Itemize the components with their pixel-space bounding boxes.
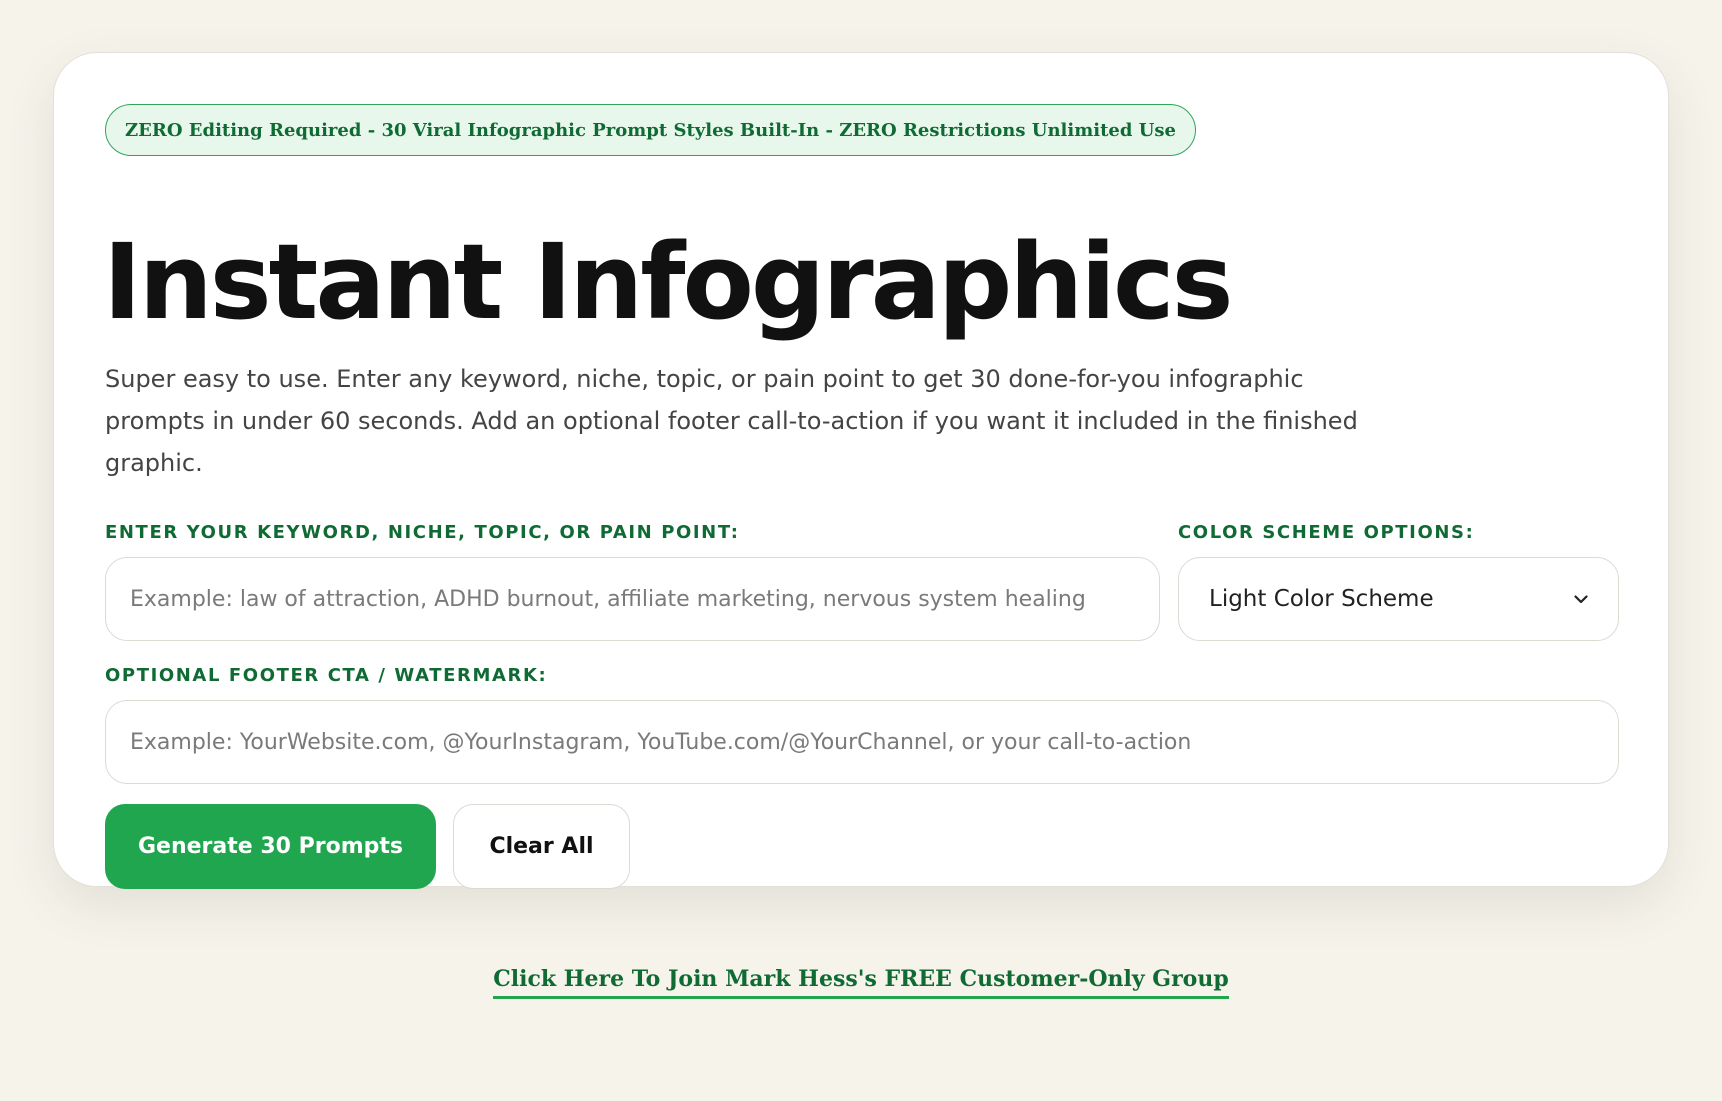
keyword-label: ENTER YOUR KEYWORD, NICHE, TOPIC, OR PAI… (105, 522, 740, 543)
feature-badge: ZERO Editing Required - 30 Viral Infogra… (105, 104, 1196, 156)
footer-cta-label: OPTIONAL FOOTER CTA / WATERMARK: (105, 665, 548, 686)
join-group-link[interactable]: Click Here To Join Mark Hess's FREE Cust… (493, 966, 1229, 999)
footer-cta-input[interactable] (105, 700, 1619, 784)
chevron-down-icon (1574, 592, 1588, 606)
color-scheme-label: COLOR SCHEME OPTIONS: (1178, 522, 1475, 543)
keyword-input[interactable] (105, 557, 1160, 641)
generate-prompts-button[interactable]: Generate 30 Prompts (105, 804, 436, 889)
page-description: Super easy to use. Enter any keyword, ni… (105, 365, 1358, 477)
main-card: ZERO Editing Required - 30 Viral Infogra… (53, 52, 1669, 889)
color-scheme-select[interactable]: Light Color Scheme (1178, 557, 1619, 641)
page-title: Instant Infographics (103, 221, 1234, 343)
join-group-section: Click Here To Join Mark Hess's FREE Cust… (0, 966, 1722, 999)
clear-all-button[interactable]: Clear All (453, 804, 630, 889)
color-scheme-selected-value: Light Color Scheme (1209, 586, 1434, 612)
feature-badge-text: ZERO Editing Required - 30 Viral Infogra… (125, 119, 1176, 141)
